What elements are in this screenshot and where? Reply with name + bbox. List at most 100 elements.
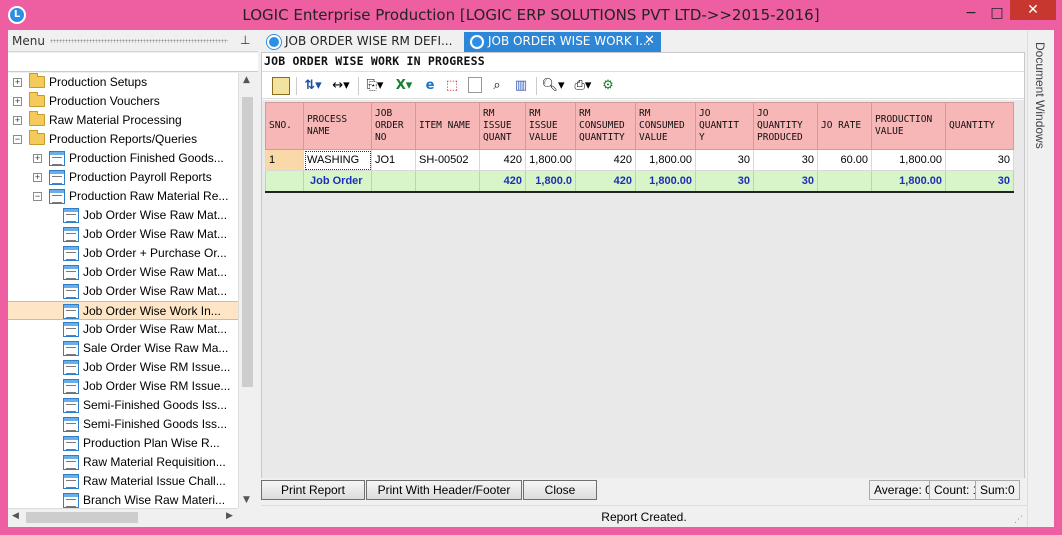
page-icon[interactable] bbox=[468, 77, 482, 93]
menu-tree-item[interactable]: Job Order Wise Work In... bbox=[8, 301, 238, 320]
close-report-button[interactable]: Close bbox=[523, 480, 597, 500]
column-header[interactable]: QUANTITY bbox=[945, 102, 1014, 150]
menu-tree-item[interactable]: + Raw Material Processing bbox=[8, 111, 238, 130]
menu-tree-item[interactable]: − Production Raw Material Re... bbox=[8, 187, 238, 206]
column-header[interactable]: ITEM NAME bbox=[415, 102, 480, 150]
menu-tree-item[interactable]: + Production Setups bbox=[8, 73, 238, 92]
column-chooser-icon[interactable] bbox=[272, 77, 290, 95]
table-cell[interactable]: 1,800.00 bbox=[525, 149, 576, 171]
column-header[interactable]: JOB ORDER NO bbox=[371, 102, 416, 150]
menu-search-input[interactable] bbox=[8, 53, 258, 72]
table-cell[interactable]: 30 bbox=[753, 149, 818, 171]
scroll-left-icon[interactable]: ◀ bbox=[12, 511, 19, 521]
table-cell[interactable]: 60.00 bbox=[817, 149, 872, 171]
table-cell[interactable]: 30 bbox=[945, 149, 1014, 171]
column-header[interactable]: PROCESS NAME bbox=[303, 102, 372, 150]
menu-tree-item[interactable]: Job Order Wise RM Issue... bbox=[8, 358, 238, 377]
table-cell[interactable]: 1,800.00 bbox=[871, 149, 946, 171]
copy-icon[interactable]: ⎘▾ bbox=[362, 77, 388, 95]
preview-icon[interactable]: 🔍︎▾ bbox=[540, 77, 566, 95]
chart-icon[interactable]: ▥ bbox=[512, 77, 530, 95]
pin-icon[interactable]: ⊥ bbox=[240, 33, 250, 47]
column-header[interactable]: JO QUANTIT Y bbox=[695, 102, 754, 150]
total-cell: 30 bbox=[753, 170, 818, 192]
table-cell[interactable]: JO1 bbox=[371, 149, 416, 171]
scroll-right-icon[interactable]: ▶ bbox=[226, 511, 233, 521]
print-icon[interactable]: ⎙▾ bbox=[570, 77, 596, 95]
table-cell[interactable]: 420 bbox=[575, 149, 636, 171]
table-cell[interactable]: 420 bbox=[479, 149, 526, 171]
menu-tree-item[interactable]: Raw Material Issue Chall... bbox=[8, 472, 238, 491]
menu-tree-item-label: Job Order Wise RM Issue... bbox=[83, 360, 231, 374]
minimize-button[interactable]: − bbox=[958, 4, 984, 22]
width-icon[interactable]: ↔▾ bbox=[328, 77, 354, 95]
table-row[interactable]: 1 WASHING JO1 SH-00502 420 1,800.00 420 1,800.0… bbox=[265, 149, 1014, 171]
column-header[interactable]: SNO. bbox=[265, 102, 304, 150]
collapse-icon[interactable]: − bbox=[33, 192, 42, 201]
table-cell[interactable]: 30 bbox=[695, 149, 754, 171]
menu-horizontal-scrollbar[interactable]: ◀ ▶ bbox=[8, 508, 238, 525]
tab-rm-definition[interactable]: JOB ORDER WISE RM DEFI... bbox=[261, 32, 461, 52]
menu-tree-item[interactable]: Semi-Finished Goods Iss... bbox=[8, 396, 238, 415]
menu-tree-item-label: Semi-Finished Goods Iss... bbox=[83, 398, 228, 412]
table-cell[interactable]: 1,800.00 bbox=[635, 149, 696, 171]
column-header[interactable]: RM ISSUE VALUE bbox=[525, 102, 576, 150]
column-header[interactable]: JO RATE bbox=[817, 102, 872, 150]
menu-tree-item[interactable]: Job Order Wise Raw Mat... bbox=[8, 263, 238, 282]
collapse-icon[interactable]: − bbox=[13, 135, 22, 144]
menu-tree-item[interactable]: Job Order Wise Raw Mat... bbox=[8, 282, 238, 301]
drag-grip[interactable] bbox=[50, 39, 228, 43]
menu-tree-item[interactable]: − Production Reports/Queries bbox=[8, 130, 238, 149]
menu-tree-item[interactable]: Raw Material Requisition... bbox=[8, 453, 238, 472]
expand-icon[interactable]: + bbox=[13, 97, 22, 106]
status-message: Report Created. bbox=[601, 510, 687, 524]
tab-close-icon[interactable]: ✕ bbox=[644, 32, 655, 50]
menu-tree-item-label: Job Order Wise RM Issue... bbox=[83, 379, 231, 393]
window-close-button[interactable]: ✕ bbox=[1010, 0, 1056, 20]
sort-icon[interactable]: ⇅▾ bbox=[300, 77, 326, 95]
menu-tree-item[interactable]: Job Order + Purchase Or... bbox=[8, 244, 238, 263]
expand-icon[interactable]: + bbox=[33, 154, 42, 163]
scroll-up-icon[interactable]: ▲ bbox=[243, 75, 250, 85]
table-cell[interactable]: 1 bbox=[265, 149, 304, 171]
expand-icon[interactable]: + bbox=[13, 78, 22, 87]
scroll-thumb[interactable] bbox=[26, 512, 138, 523]
document-windows-panel[interactable]: Document Windows bbox=[1027, 30, 1054, 527]
pdf-icon[interactable]: ⬚ bbox=[444, 77, 460, 95]
menu-tree-item[interactable]: Branch Wise Raw Materi... bbox=[8, 491, 238, 508]
ie-icon[interactable]: e bbox=[422, 77, 438, 95]
maximize-button[interactable]: □ bbox=[984, 4, 1010, 22]
table-cell[interactable]: WASHING bbox=[303, 149, 372, 171]
expand-icon[interactable]: + bbox=[33, 173, 42, 182]
menu-tree-item[interactable]: Job Order Wise Raw Mat... bbox=[8, 320, 238, 339]
report-icon bbox=[63, 246, 79, 261]
tab-work-in-progress[interactable]: JOB ORDER WISE WORK I... ✕ bbox=[464, 32, 661, 52]
column-header[interactable]: RM CONSUMED QUANTITY bbox=[575, 102, 636, 150]
resize-grip-icon[interactable]: ⋰ bbox=[1014, 515, 1023, 525]
column-header[interactable]: PRODUCTION VALUE bbox=[871, 102, 946, 150]
table-cell[interactable]: SH-00502 bbox=[415, 149, 480, 171]
column-header[interactable]: RM ISSUE QUANT bbox=[479, 102, 526, 150]
menu-tree-item[interactable]: Job Order Wise Raw Mat... bbox=[8, 225, 238, 244]
expand-icon[interactable]: + bbox=[13, 116, 22, 125]
menu-tree-item[interactable]: Production Plan Wise R... bbox=[8, 434, 238, 453]
menu-tree-item[interactable]: + Production Vouchers bbox=[8, 92, 238, 111]
report-icon bbox=[63, 227, 79, 242]
grid-header-row: SNO. PROCESS NAME JOB ORDER NO ITEM NAME RM … bbox=[265, 102, 1014, 150]
settings-icon[interactable]: ⚙ bbox=[600, 77, 616, 95]
menu-tree-item[interactable]: + Production Finished Goods... bbox=[8, 149, 238, 168]
menu-tree-item[interactable]: Job Order Wise Raw Mat... bbox=[8, 206, 238, 225]
menu-tree-item[interactable]: Semi-Finished Goods Iss... bbox=[8, 415, 238, 434]
menu-tree-item[interactable]: + Production Payroll Reports bbox=[8, 168, 238, 187]
excel-icon[interactable]: X▾ bbox=[392, 77, 416, 95]
print-with-header-footer-button[interactable]: Print With Header/Footer bbox=[366, 480, 522, 500]
scroll-down-icon[interactable]: ▼ bbox=[243, 495, 250, 505]
column-header[interactable]: RM CONSUMED VALUE bbox=[635, 102, 696, 150]
menu-tree-item[interactable]: Sale Order Wise Raw Ma... bbox=[8, 339, 238, 358]
menu-tree-item[interactable]: Job Order Wise RM Issue... bbox=[8, 377, 238, 396]
menu-vertical-scrollbar[interactable]: ▲ ▼ bbox=[238, 73, 255, 508]
scroll-thumb[interactable] bbox=[242, 97, 253, 387]
print-report-button[interactable]: Print Report bbox=[261, 480, 365, 500]
find-icon[interactable]: ⌕ bbox=[488, 77, 506, 95]
column-header[interactable]: JO QUANTITY PRODUCED bbox=[753, 102, 818, 150]
